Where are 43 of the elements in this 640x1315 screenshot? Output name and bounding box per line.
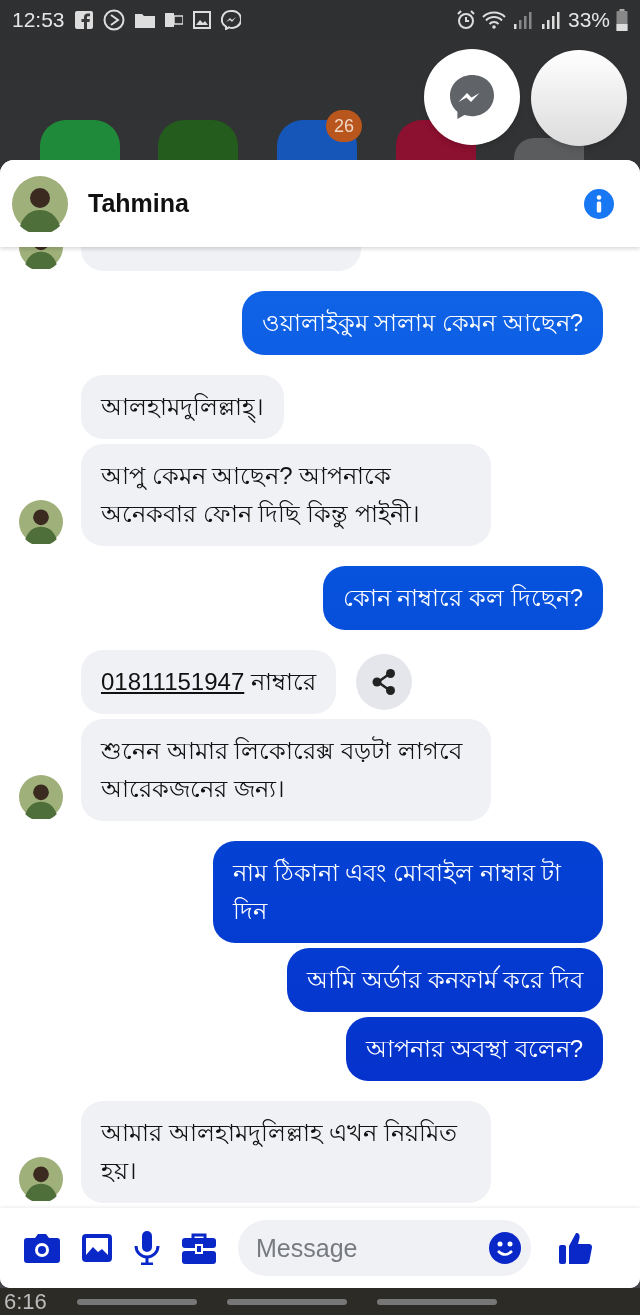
alarm-icon [455, 10, 476, 30]
play-circle-icon [102, 9, 125, 31]
phone-link[interactable]: 01811151947 [101, 668, 245, 695]
signal-icon [511, 10, 534, 30]
wifi-icon [481, 10, 506, 30]
avatar[interactable] [19, 775, 63, 819]
message-field[interactable]: Message [238, 1220, 531, 1276]
message-text: নাম্বারে [250, 668, 316, 695]
received-message: আলহামদুলিল্লাহ্। [81, 375, 284, 439]
sent-message: কোন নাম্বারে কল দিছেন? [322, 566, 603, 630]
received-message: আপু কেমন আছেন? আপনাকে অনেকবার ফোন দিছি কিন্তু পাইনী। [81, 444, 491, 546]
microphone-icon[interactable] [134, 1231, 160, 1265]
battery-icon [616, 9, 628, 31]
info-icon[interactable] [584, 188, 614, 219]
sent-message: নাম ঠিকানা এবং মোবাইল নাম্বার টা দিন [213, 841, 603, 943]
sent-message: আমি অর্ডার কনফার্ম করে দিব [287, 948, 603, 1012]
sent-message: আপনার অবস্থা বলেন? [346, 1017, 603, 1081]
handle-bar[interactable] [76, 1298, 197, 1305]
status-time: 12:53 [12, 7, 65, 34]
sent-message: ওয়ালাইকুম সালাম কেমন আছেন? [241, 291, 603, 355]
facebook-icon [74, 11, 93, 29]
camera-icon[interactable] [24, 1233, 60, 1263]
handle-bar[interactable] [376, 1298, 497, 1305]
folder-icon [134, 12, 155, 28]
toolbox-icon[interactable] [182, 1232, 216, 1264]
chat-bubble-icon [220, 10, 241, 30]
notification-badge: 26 [326, 110, 362, 142]
contact-name[interactable]: Tahmina [88, 184, 189, 223]
handle-bar[interactable] [226, 1298, 347, 1305]
signal-icon [539, 10, 562, 30]
clock-text: 6:16 [4, 1290, 47, 1313]
received-message: আমার আলহামদুলিল্লাহ এখন নিয়মিত হয়। [81, 1101, 491, 1203]
avatar[interactable] [12, 175, 68, 232]
thumbs-up-icon[interactable] [559, 1231, 593, 1265]
share-icon [371, 669, 396, 695]
image-icon[interactable] [82, 1234, 112, 1262]
image-icon [192, 11, 211, 29]
received-message: শুনেন আমার লিকোরেক্স বড়টা লাগবে আরেকজনের জন্য। [81, 719, 491, 821]
emoji-icon[interactable] [489, 1232, 521, 1264]
avatar[interactable] [19, 1157, 63, 1201]
messenger-icon [448, 73, 496, 121]
avatar[interactable] [19, 500, 63, 544]
battery-percentage: 33% [567, 7, 610, 34]
